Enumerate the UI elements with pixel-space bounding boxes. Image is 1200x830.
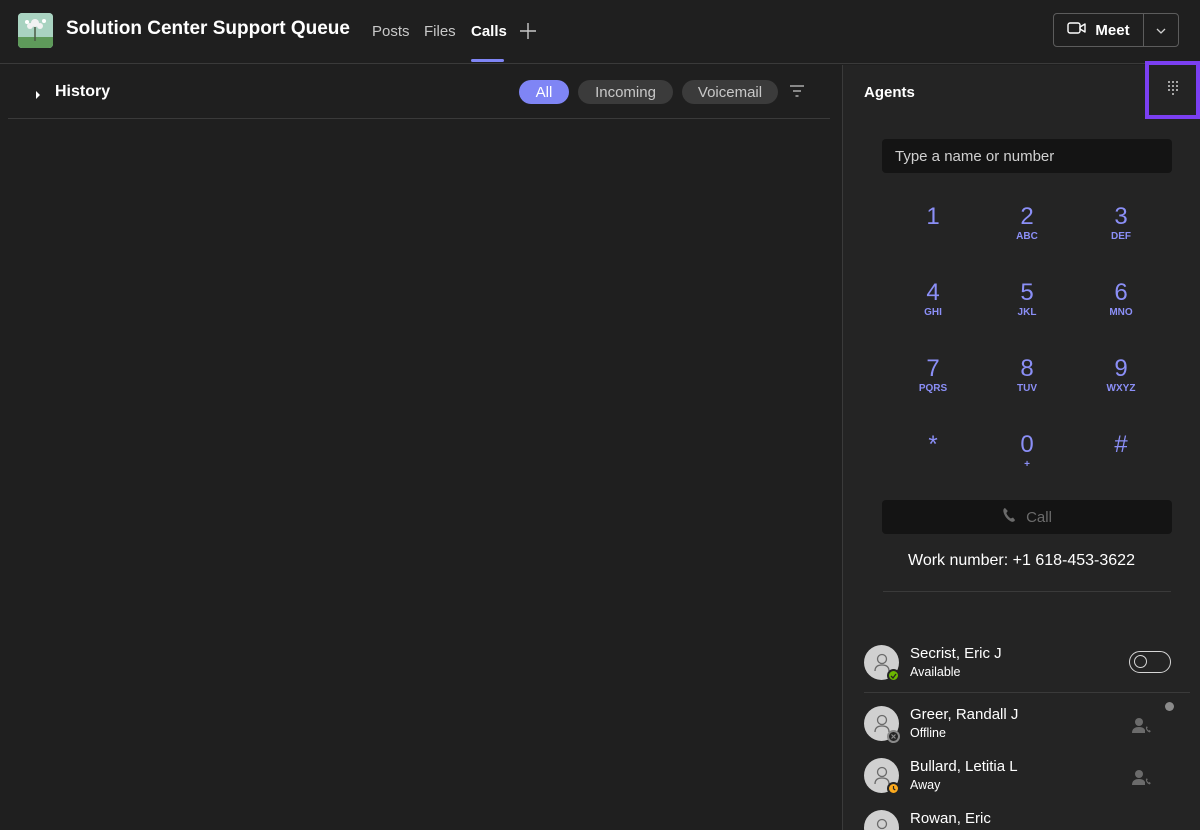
call-person-icon[interactable]: [1131, 768, 1153, 793]
key-8[interactable]: 8 TUV: [992, 355, 1062, 411]
filter-all[interactable]: All: [519, 80, 569, 104]
agent-name: Bullard, Letitia L: [910, 758, 1018, 775]
key-letters: MNO: [1109, 307, 1133, 318]
avatar: [864, 810, 899, 830]
key-2[interactable]: 2 ABC: [992, 203, 1062, 259]
work-number: Work number: +1 618-453-3622: [908, 552, 1135, 569]
key-6[interactable]: 6 MNO: [1086, 279, 1156, 335]
key-0[interactable]: 0 +: [992, 431, 1062, 487]
key-digit: 8: [1020, 355, 1034, 382]
top-bar: Solution Center Support Queue Posts File…: [0, 0, 1200, 64]
tab-posts[interactable]: Posts: [372, 23, 410, 40]
agent-row[interactable]: Secrist, Eric J Available: [864, 645, 1194, 695]
offline-status-icon: [887, 730, 900, 743]
tab-calls[interactable]: Calls: [471, 23, 507, 40]
dialpad-toggle-button[interactable]: [1145, 61, 1200, 119]
video-camera-icon: [1067, 20, 1087, 41]
key-letters: DEF: [1111, 231, 1131, 242]
person-icon: [873, 714, 890, 732]
key-digit: 2: [1020, 203, 1034, 230]
team-logo: [18, 13, 53, 48]
toggle-knob: [1134, 655, 1147, 668]
key-3[interactable]: 3 DEF: [1086, 203, 1156, 259]
key-digit: #: [1114, 431, 1128, 458]
person-icon: [873, 766, 890, 784]
key-star[interactable]: *: [898, 431, 968, 487]
available-status-icon: [887, 669, 900, 682]
person-icon: [873, 653, 890, 671]
key-9[interactable]: 9 WXYZ: [1086, 355, 1156, 411]
key-digit: *: [928, 431, 938, 458]
agent-name: Greer, Randall J: [910, 706, 1019, 723]
key-hash[interactable]: #: [1086, 431, 1156, 487]
agents-title: Agents: [864, 84, 915, 101]
person-icon: [876, 818, 887, 829]
agent-name: Secrist, Eric J: [910, 645, 1002, 662]
key-digit: 7: [926, 355, 940, 382]
agent-status: Offline: [910, 726, 946, 740]
key-letters: TUV: [1017, 383, 1037, 394]
agent-status: Away: [910, 778, 941, 792]
meet-button[interactable]: Meet: [1054, 14, 1144, 46]
agent-name: Rowan, Eric: [910, 810, 991, 827]
filter-icon[interactable]: [789, 84, 805, 103]
key-letters: PQRS: [918, 383, 948, 394]
key-letters: WXYZ: [1106, 383, 1136, 394]
tab-files[interactable]: Files: [424, 23, 456, 40]
caret-right-icon[interactable]: [34, 87, 42, 105]
history-title[interactable]: History: [55, 83, 110, 101]
key-digit: 6: [1114, 279, 1128, 306]
key-letters: +: [1024, 459, 1030, 470]
key-1[interactable]: 1: [898, 203, 968, 259]
agent-row[interactable]: Rowan, Eric: [864, 810, 1194, 830]
meet-dropdown-button[interactable]: [1144, 14, 1178, 46]
agent-row[interactable]: Bullard, Letitia L Away: [864, 758, 1194, 808]
availability-toggle[interactable]: [1129, 651, 1171, 673]
dialpad-icon: [1166, 80, 1180, 101]
chevron-down-icon: [1156, 21, 1166, 39]
divider: [883, 591, 1171, 592]
history-pane: History All Incoming Voicemail: [0, 65, 842, 830]
key-digit: 5: [1020, 279, 1034, 306]
call-person-icon[interactable]: [1131, 716, 1153, 741]
key-4[interactable]: 4 GHI: [898, 279, 968, 335]
key-digit: 1: [926, 203, 940, 230]
key-letters: JKL: [1017, 307, 1037, 318]
plus-icon[interactable]: [518, 21, 538, 41]
meet-button-group: Meet: [1053, 13, 1179, 47]
key-digit: 4: [926, 279, 940, 306]
key-digit: 0: [1020, 431, 1034, 458]
key-letters: ABC: [1016, 231, 1038, 242]
away-status-icon: [887, 782, 900, 795]
divider: [864, 692, 1190, 693]
history-header: History All Incoming Voicemail: [8, 65, 830, 119]
key-digit: 3: [1114, 203, 1128, 230]
agent-row[interactable]: Greer, Randall J Offline: [864, 706, 1194, 756]
key-digit: 9: [1114, 355, 1128, 382]
meet-label: Meet: [1095, 21, 1130, 39]
active-tab-indicator: [471, 59, 504, 62]
call-label: Call: [1026, 508, 1052, 526]
name-or-number-input[interactable]: [882, 139, 1172, 173]
key-letters: GHI: [924, 307, 942, 318]
phone-icon: [1002, 507, 1016, 528]
filter-incoming[interactable]: Incoming: [578, 80, 673, 104]
key-7[interactable]: 7 PQRS: [898, 355, 968, 411]
call-button[interactable]: Call: [882, 500, 1172, 534]
team-name: Solution Center Support Queue: [66, 18, 350, 39]
key-5[interactable]: 5 JKL: [992, 279, 1062, 335]
agent-status: Available: [910, 665, 961, 679]
agents-panel: Agents 1 2 ABC 3 DEF 4 GHI 5 J: [843, 61, 1200, 830]
filter-voicemail[interactable]: Voicemail: [682, 80, 778, 104]
